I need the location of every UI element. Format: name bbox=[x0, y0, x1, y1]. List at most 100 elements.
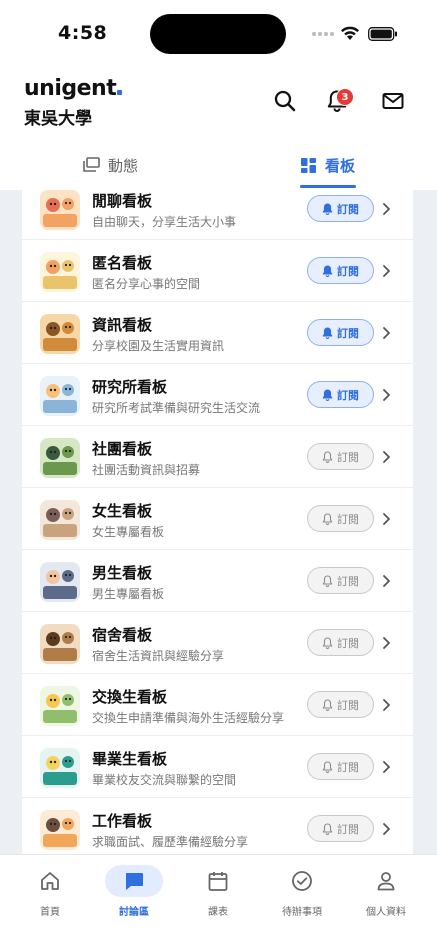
board-thumbnail bbox=[40, 748, 80, 788]
subscribe-label: 訂閱 bbox=[337, 822, 359, 836]
board-row[interactable]: 交換生看板 交換生申請準備與海外生活經驗分享 訂閱 bbox=[22, 674, 413, 736]
subscribe-label: 訂閱 bbox=[337, 512, 359, 526]
subscribe-button[interactable]: 訂閱 bbox=[307, 443, 374, 470]
board-thumbnail bbox=[40, 500, 80, 540]
dynamic-island bbox=[150, 14, 286, 54]
board-thumbnail bbox=[40, 686, 80, 726]
chevron-right-icon[interactable] bbox=[380, 821, 392, 837]
calendar-icon bbox=[208, 872, 228, 891]
board-grid-icon bbox=[301, 157, 316, 173]
bell-icon bbox=[322, 636, 333, 649]
bell-icon bbox=[322, 760, 333, 773]
board-title: 男生看板 bbox=[92, 564, 153, 582]
board-title: 社團看板 bbox=[92, 440, 153, 458]
chevron-right-icon[interactable] bbox=[380, 697, 392, 713]
board-row[interactable]: 畢業生看板 畢業校友交流與聯繫的空間 訂閱 bbox=[22, 736, 413, 798]
nav-schedule-icon-wrap bbox=[189, 865, 247, 897]
person-icon bbox=[377, 872, 395, 891]
board-list-area[interactable]: 閒聊看板 自由聊天，分享生活大小事 訂閱 匿名看板 匿名分享心事的空間 訂閱 資訊看板 分享校… bbox=[0, 190, 437, 854]
board-description: 社團活動資訊與招募 bbox=[92, 463, 201, 477]
status-bar: 4:58 bbox=[0, 0, 437, 66]
app-header: unigent 東吳大學 bbox=[0, 66, 437, 136]
nav-forum-icon-wrap bbox=[105, 865, 163, 897]
bell-icon bbox=[322, 388, 333, 401]
board-description: 研究所考試準備與研究生活交流 bbox=[92, 401, 261, 415]
bell-icon bbox=[322, 698, 333, 711]
chevron-right-icon[interactable] bbox=[380, 387, 392, 403]
tab-feed-label: 動態 bbox=[108, 156, 139, 175]
board-row[interactable]: 匿名看板 匿名分享心事的空間 訂閱 bbox=[22, 240, 413, 302]
subscribed-button[interactable]: 訂閱 bbox=[307, 195, 374, 222]
subscribe-button[interactable]: 訂閱 bbox=[307, 815, 374, 842]
chevron-right-icon[interactable] bbox=[380, 263, 392, 279]
tab-bar: 動態 看板 bbox=[0, 140, 437, 190]
nav-home-icon-wrap bbox=[21, 865, 79, 897]
board-description: 匿名分享心事的空間 bbox=[92, 277, 201, 291]
tab-board[interactable]: 看板 bbox=[300, 140, 355, 190]
board-list: 閒聊看板 自由聊天，分享生活大小事 訂閱 匿名看板 匿名分享心事的空間 訂閱 資訊看板 分享校… bbox=[22, 190, 413, 854]
chevron-right-icon[interactable] bbox=[380, 573, 392, 589]
notification-badge: 3 bbox=[336, 88, 354, 106]
subscribed-button[interactable]: 訂閱 bbox=[307, 381, 374, 408]
search-icon[interactable] bbox=[272, 88, 298, 114]
chat-icon bbox=[126, 873, 143, 890]
board-thumbnail bbox=[40, 252, 80, 292]
nav-profile[interactable]: 個人資料 bbox=[346, 855, 426, 925]
board-row[interactable]: 女生看板女生專屬看板 訂閱 bbox=[22, 488, 413, 550]
subscribed-button[interactable]: 訂閱 bbox=[307, 319, 374, 346]
board-description: 求職面試、履歷準備經驗分享 bbox=[92, 835, 249, 849]
board-row[interactable]: 研究所看板研究所考試準備與研究生活交流 訂閱 bbox=[22, 364, 413, 426]
board-description: 女生專屬看板 bbox=[92, 525, 165, 539]
chevron-right-icon[interactable] bbox=[380, 759, 392, 775]
check-circle-icon bbox=[292, 871, 312, 891]
bell-icon bbox=[322, 574, 333, 587]
cellular-signal-icon bbox=[312, 32, 334, 38]
bell-icon bbox=[322, 326, 333, 339]
board-thumbnail bbox=[40, 190, 80, 230]
board-description: 自由聊天，分享生活大小事 bbox=[92, 215, 237, 229]
subscribe-button[interactable]: 訂閱 bbox=[307, 753, 374, 780]
nav-schedule[interactable]: 課表 bbox=[178, 855, 258, 925]
status-time: 4:58 bbox=[58, 22, 108, 44]
chevron-right-icon[interactable] bbox=[380, 325, 392, 341]
board-row[interactable]: 社團看板社團活動資訊與招募 訂閱 bbox=[22, 426, 413, 488]
mail-icon[interactable] bbox=[380, 88, 406, 114]
feed-icon bbox=[83, 157, 100, 172]
board-description: 宿舍生活資訊與經驗分享 bbox=[92, 649, 225, 663]
board-description: 交換生申請準備與海外生活經驗分享 bbox=[92, 711, 285, 725]
chevron-right-icon[interactable] bbox=[380, 635, 392, 651]
board-row[interactable]: 工作看板 求職面試、履歷準備經驗分享 訂閱 bbox=[22, 798, 413, 854]
board-row[interactable]: 宿舍看板 宿舍生活資訊與經驗分享 訂閱 bbox=[22, 612, 413, 674]
board-row[interactable]: 資訊看板 分享校園及生活實用資訊 訂閱 bbox=[22, 302, 413, 364]
subscribe-label: 訂閱 bbox=[337, 202, 359, 216]
bell-icon bbox=[322, 450, 333, 463]
nav-profile-icon-wrap bbox=[357, 865, 415, 897]
board-thumbnail bbox=[40, 376, 80, 416]
board-title: 女生看板 bbox=[92, 502, 153, 520]
bell-icon bbox=[322, 202, 333, 215]
chevron-right-icon[interactable] bbox=[380, 449, 392, 465]
board-title: 研究所看板 bbox=[92, 378, 168, 396]
tab-feed[interactable]: 動態 bbox=[82, 140, 138, 190]
subscribe-label: 訂閱 bbox=[337, 450, 359, 464]
home-icon bbox=[41, 872, 59, 890]
subscribe-button[interactable]: 訂閱 bbox=[307, 505, 374, 532]
board-title: 資訊看板 bbox=[92, 316, 153, 334]
subscribe-button[interactable]: 訂閱 bbox=[307, 567, 374, 594]
nav-home[interactable]: 首頁 bbox=[10, 855, 90, 925]
nav-forum-label: 討論區 bbox=[119, 907, 149, 918]
board-row[interactable]: 男生看板 男生專屬看板 訂閱 bbox=[22, 550, 413, 612]
subscribe-button[interactable]: 訂閱 bbox=[307, 691, 374, 718]
subscribe-button[interactable]: 訂閱 bbox=[307, 629, 374, 656]
subscribe-label: 訂閱 bbox=[337, 760, 359, 774]
nav-schedule-label: 課表 bbox=[208, 907, 228, 918]
board-title: 畢業生看板 bbox=[92, 750, 168, 768]
chevron-right-icon[interactable] bbox=[380, 201, 392, 217]
subscribed-button[interactable]: 訂閱 bbox=[307, 257, 374, 284]
board-row[interactable]: 閒聊看板 自由聊天，分享生活大小事 訂閱 bbox=[22, 190, 413, 240]
bottom-nav: 首頁 討論區 課表 待辦事項 個人資料 bbox=[0, 854, 437, 947]
nav-todo[interactable]: 待辦事項 bbox=[262, 855, 342, 925]
school-name: 東吳大學 bbox=[24, 109, 92, 129]
nav-forum[interactable]: 討論區 bbox=[94, 855, 174, 925]
chevron-right-icon[interactable] bbox=[380, 511, 392, 527]
